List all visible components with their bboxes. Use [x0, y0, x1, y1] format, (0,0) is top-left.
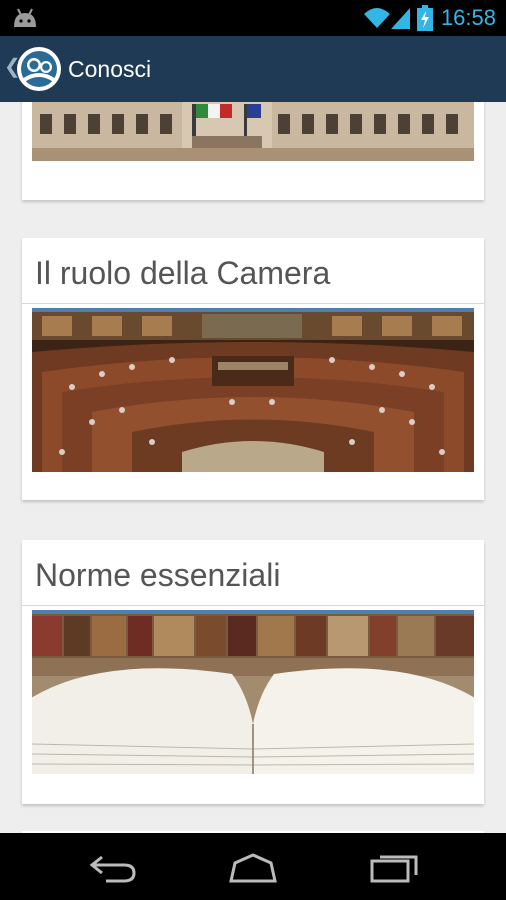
- content-list[interactable]: Il ruolo della Camera Norme essenziali: [0, 102, 506, 833]
- recent-apps-icon[interactable]: [368, 851, 420, 885]
- card-divider: [22, 303, 484, 304]
- card-parliament[interactable]: [22, 102, 484, 200]
- card-ruolo-camera[interactable]: Il ruolo della Camera: [22, 238, 484, 500]
- signal-icon: [391, 8, 410, 29]
- wifi-icon: [364, 8, 390, 28]
- action-bar-title: Conosci: [68, 56, 152, 82]
- card-title: Il ruolo della Camera: [35, 255, 331, 291]
- parliament-facade-image: [32, 102, 474, 161]
- open-book-library-image: [32, 610, 474, 774]
- card-title: Norme essenziali: [35, 557, 281, 593]
- action-bar: ❮ Conosci: [0, 36, 506, 102]
- card-norme-essenziali[interactable]: Norme essenziali: [22, 540, 484, 804]
- battery-charging-icon: [417, 5, 433, 31]
- status-clock: 16:58: [440, 5, 496, 30]
- card-divider: [22, 605, 484, 606]
- status-bar: 16:58: [0, 0, 506, 36]
- home-nav-icon[interactable]: [227, 851, 279, 885]
- chamber-hemicycle-image: [32, 308, 474, 472]
- android-icon: [14, 8, 36, 27]
- app-logo-icon[interactable]: [16, 46, 62, 92]
- back-nav-icon[interactable]: [86, 851, 138, 885]
- navigation-bar: [0, 833, 506, 900]
